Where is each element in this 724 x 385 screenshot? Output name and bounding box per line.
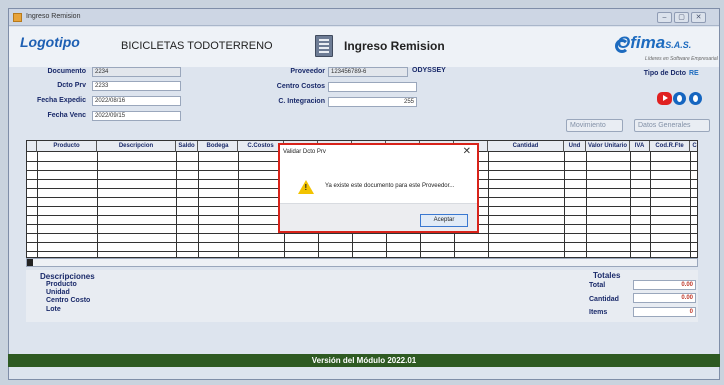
grid-row-line: [27, 251, 697, 252]
proveedor-field[interactable]: 123456789-6: [328, 67, 408, 77]
grid-row-line: [27, 233, 697, 234]
total-label: Total: [589, 282, 606, 289]
fecha-venc-label: Fecha Venc: [47, 112, 86, 119]
company-name: BICICLETAS TODOTERRENO: [121, 40, 273, 52]
aceptar-button[interactable]: Aceptar: [420, 214, 468, 227]
totales-title: Totales: [593, 271, 621, 280]
maximize-button[interactable]: ▢: [674, 12, 689, 23]
version-footer: Versión del Módulo 2022.01: [8, 354, 720, 367]
movimiento-button[interactable]: Movimiento: [566, 119, 623, 132]
close-button[interactable]: ✕: [691, 12, 706, 23]
ofima-logo: OfimaS.A.S.: [617, 33, 691, 53]
descripciones-title: Descripciones: [40, 272, 95, 281]
col-bodega[interactable]: Bodega: [198, 141, 238, 152]
ofima-brand: Ofima: [617, 33, 666, 52]
col-cod-r-fte[interactable]: Cod.R.Fte: [650, 141, 690, 152]
col-producto[interactable]: Producto: [37, 141, 97, 152]
col-iva[interactable]: IVA: [630, 141, 650, 152]
play-icon[interactable]: [689, 92, 702, 105]
grid-row-line: [27, 242, 697, 243]
dialog-title: Validar Dcto Prv: [283, 149, 326, 155]
tipo-dcto-label: Tipo de Dcto: [643, 70, 686, 77]
fecha-venc-field[interactable]: 2022/09/15: [92, 111, 181, 121]
items-value: 0: [633, 307, 696, 317]
c-integracion-label: C. Integracion: [278, 98, 325, 105]
tipo-dcto-value: RE: [689, 70, 699, 77]
datos-generales-button[interactable]: Datos Generales: [634, 119, 710, 132]
dialog-close-icon[interactable]: ✕: [463, 146, 471, 157]
dialog-message: Ya existe este documento para este Prove…: [325, 183, 455, 189]
total-value: 0.00: [633, 280, 696, 290]
window-title: Ingreso Remision: [26, 13, 81, 20]
col-valor-unitario[interactable]: Valor Unitario: [586, 141, 630, 152]
ofima-suffix: S.A.S.: [665, 40, 692, 50]
documento-label: Documento: [47, 68, 87, 75]
c-integracion-field[interactable]: 255: [328, 97, 417, 107]
app-icon: [13, 13, 22, 22]
module-header: Logotipo BICICLETAS TODOTERRENO Ingreso …: [9, 27, 719, 67]
desc-centro-costo-label: Centro Costo: [46, 297, 91, 304]
ofima-tagline: Líderes en Software Empresarial: [645, 56, 718, 62]
centro-costos-field[interactable]: [328, 82, 417, 92]
centro-costos-label: Centro Costos: [276, 83, 325, 90]
scrollbar-thumb[interactable]: [27, 259, 33, 266]
company-logo: Logotipo: [20, 34, 80, 50]
proveedor-label: Proveedor: [290, 68, 325, 75]
warning-icon: !: [298, 180, 314, 194]
fecha-expedic-label: Fecha Expedic: [36, 97, 86, 104]
grid-corner: [27, 141, 37, 152]
desc-unidad-label: Unidad: [46, 289, 70, 296]
documento-field[interactable]: 2234: [92, 67, 181, 77]
cantidad-label: Cantidad: [589, 296, 619, 303]
dcto-prv-field[interactable]: 2233: [92, 81, 181, 91]
fecha-expedic-field[interactable]: 2022/08/16: [92, 96, 181, 106]
desc-lote-label: Lote: [46, 306, 61, 313]
col-cantidad[interactable]: Cantidad: [488, 141, 564, 152]
col-saldo[interactable]: Saldo: [176, 141, 198, 152]
video-help-icon[interactable]: [657, 92, 672, 105]
col-und[interactable]: Und: [564, 141, 586, 152]
items-label: Items: [589, 309, 608, 316]
minimize-button[interactable]: –: [657, 12, 672, 23]
validation-dialog: Validar Dcto Prv ✕ ! Ya existe este docu…: [278, 143, 479, 233]
title-bar: Ingreso Remision – ▢ ✕: [9, 9, 719, 26]
document-icon: [315, 35, 333, 57]
grid-horizontal-scrollbar[interactable]: [26, 258, 698, 267]
summary-panel: Descripciones Producto Unidad Centro Cos…: [26, 270, 698, 322]
col-descripcion[interactable]: Descripcion: [97, 141, 176, 152]
desc-producto-label: Producto: [46, 281, 77, 288]
cantidad-value: 0.00: [633, 293, 696, 303]
proveedor-name: ODYSSEY: [412, 67, 446, 74]
col-c[interactable]: C: [690, 141, 697, 152]
dcto-prv-label: Dcto Prv: [57, 82, 86, 89]
info-icon[interactable]: [673, 92, 686, 105]
module-title: Ingreso Remision: [344, 39, 445, 53]
